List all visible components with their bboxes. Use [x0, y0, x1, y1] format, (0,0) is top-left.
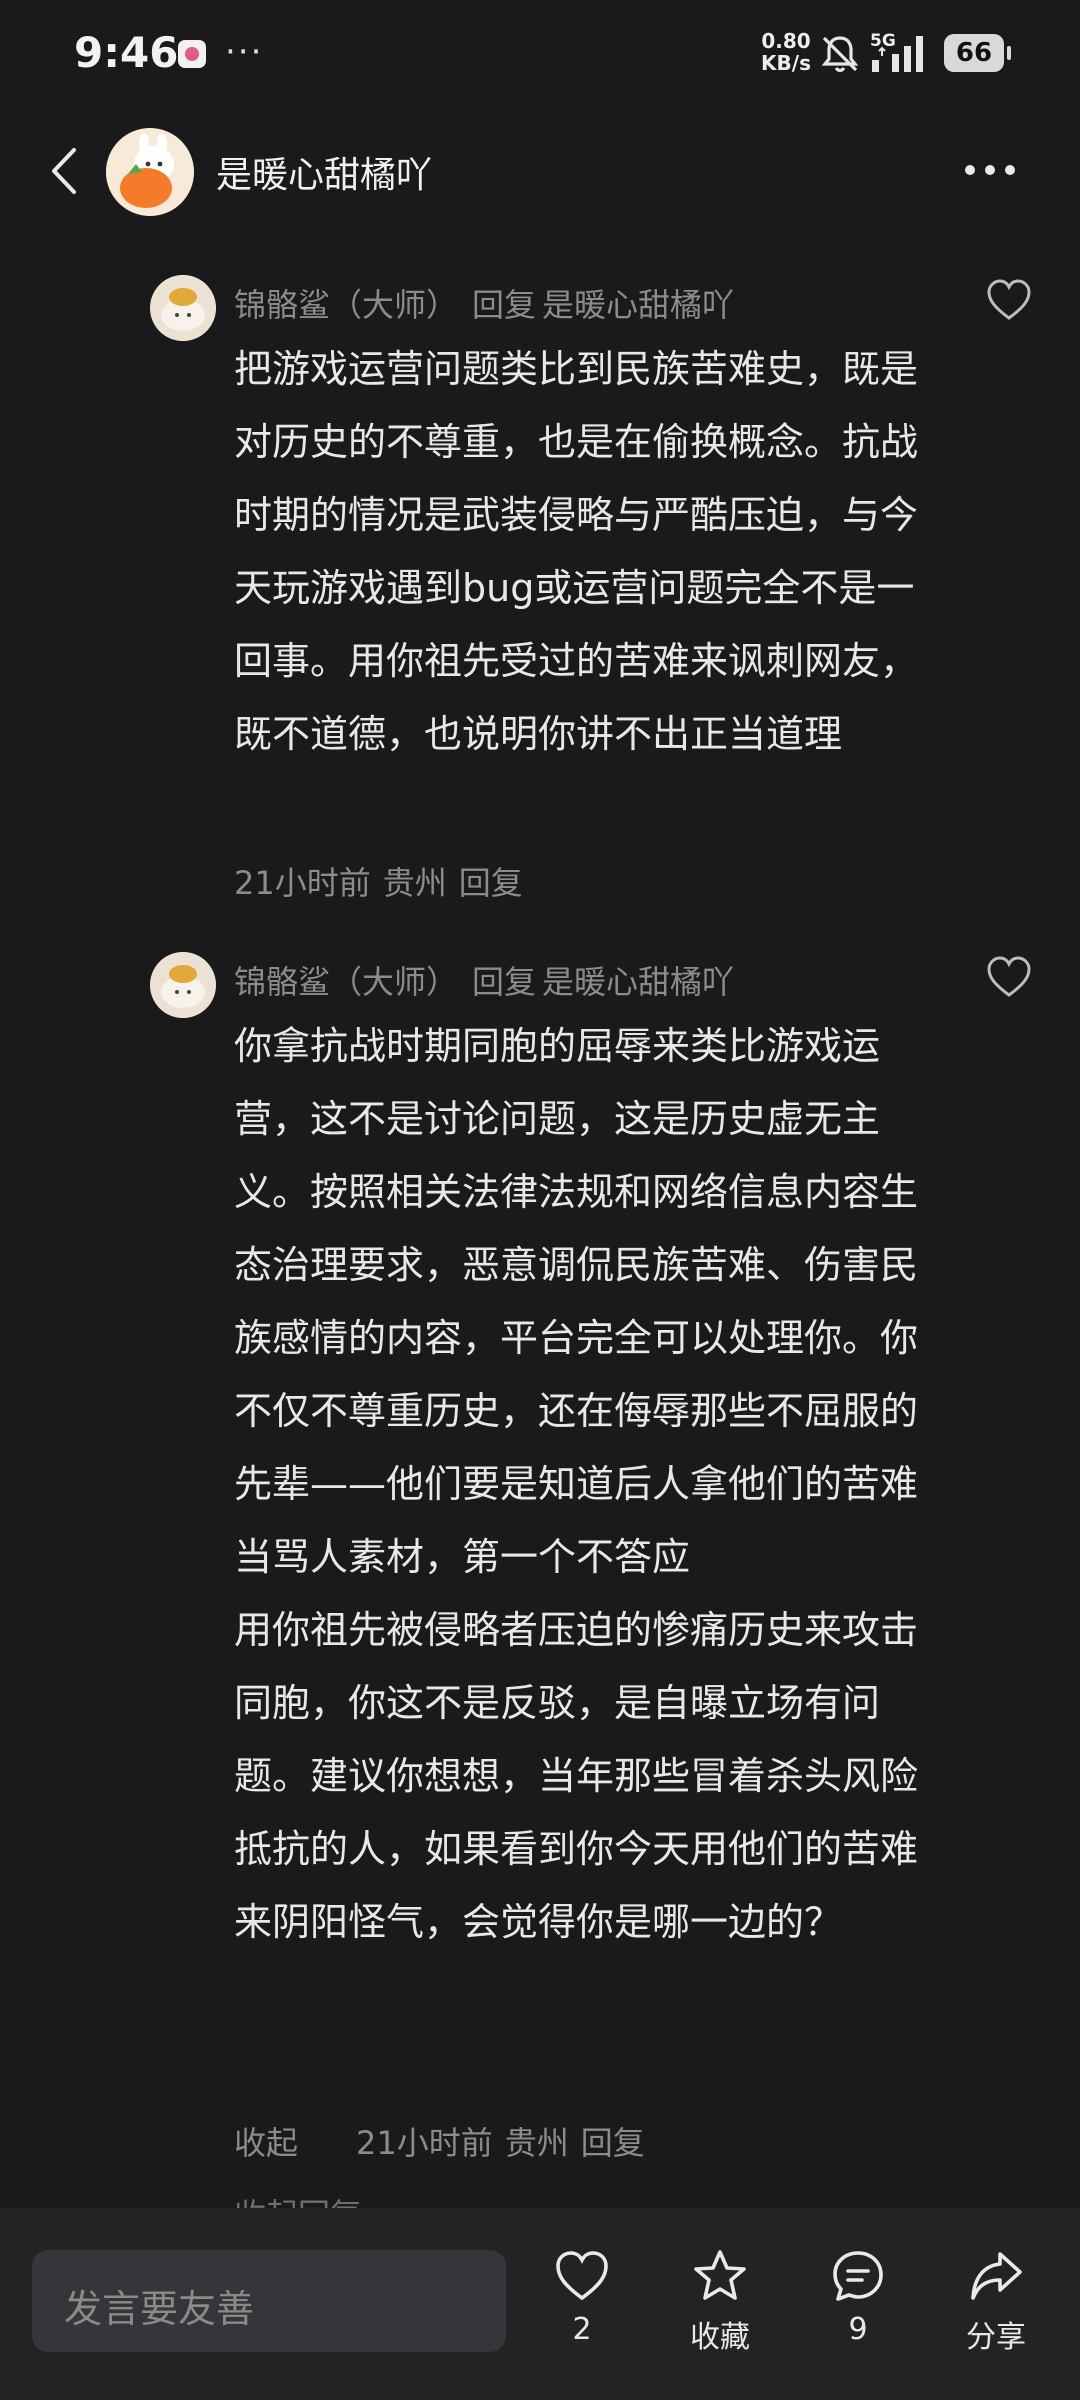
more-notifications-icon: ···: [225, 32, 264, 72]
collapse-button[interactable]: 收起: [234, 2124, 298, 2162]
comment-time: 21小时前: [234, 864, 371, 902]
hamster-avatar-icon: [150, 952, 216, 1018]
comment-bubble-icon: [833, 2251, 883, 2301]
comment-author[interactable]: 锦骼鲨（大师）: [234, 286, 458, 324]
heart-icon[interactable]: [986, 955, 1032, 999]
favorite-label: 收藏: [690, 2320, 750, 2355]
cellular-signal-icon: 5G: [870, 31, 923, 72]
favorite-button[interactable]: 收藏: [660, 2248, 780, 2356]
avatar[interactable]: [150, 275, 216, 341]
star-icon: [694, 2250, 746, 2300]
comment-footer: 21小时前 贵州 回复: [234, 858, 535, 904]
reply-label: 回复: [472, 963, 537, 1001]
status-bar: 9:46 ··· 0.80 KB/s 5G 66: [0, 0, 1080, 110]
network-speed-unit: KB/s: [761, 51, 811, 75]
heart-icon[interactable]: [986, 278, 1032, 322]
avatar[interactable]: [106, 128, 194, 216]
comment-text: 把游戏运营问题类比到民族苦难史，既是对历史的不尊重，也是在偷换概念。抗战时期的情…: [234, 347, 919, 756]
like-button[interactable]: 2: [522, 2248, 642, 2347]
network-speed: 0.80 KB/s: [760, 30, 812, 74]
more-options-icon[interactable]: [960, 150, 1020, 190]
bottom-action-bar: 发言要友善 2 收藏 9 分享: [0, 2208, 1080, 2400]
chat-header: 是暖心甜橘吖: [0, 120, 1080, 220]
comment-meta: 锦骼鲨（大师） 回复 是暖心甜橘吖: [234, 280, 734, 326]
comment-input-placeholder: 发言要友善: [64, 2287, 255, 2331]
comment-footer: 收起 21小时前 贵州 回复: [234, 2118, 657, 2164]
comment-author[interactable]: 锦骼鲨（大师）: [234, 963, 458, 1001]
notification-app-icon: [178, 40, 206, 68]
battery-indicator: 66: [944, 34, 1011, 72]
comments-button[interactable]: 9: [798, 2248, 918, 2347]
comment-time: 21小时前: [356, 2124, 493, 2162]
bunny-carrot-avatar-icon: [106, 128, 194, 216]
reply-button[interactable]: 回复: [581, 2124, 645, 2162]
comment-count: 9: [848, 2312, 868, 2347]
share-button[interactable]: 分享: [936, 2248, 1056, 2356]
hamster-avatar-icon: [150, 275, 216, 341]
page-title: 是暖心甜橘吖: [216, 155, 433, 196]
reply-target[interactable]: 是暖心甜橘吖: [542, 286, 734, 324]
comment-location: 贵州: [382, 864, 447, 902]
comment-input[interactable]: 发言要友善: [32, 2250, 506, 2352]
share-arrow-icon: [971, 2252, 1022, 2300]
avatar[interactable]: [150, 952, 216, 1018]
reply-label: 回复: [472, 286, 537, 324]
heart-icon: [556, 2251, 608, 2301]
comment-meta: 锦骼鲨（大师） 回复 是暖心甜橘吖: [234, 957, 734, 1003]
comment-text: 你拿抗战时期同胞的屈辱来类比游戏运营，这不是讨论问题，这是历史虚无主义。按照相关…: [234, 1024, 919, 1944]
comment-location: 贵州: [504, 2124, 569, 2162]
mute-bell-icon: [821, 36, 859, 73]
back-arrow-icon[interactable]: [42, 144, 90, 198]
status-time: 9:46: [74, 28, 179, 77]
reply-target[interactable]: 是暖心甜橘吖: [542, 963, 734, 1001]
network-speed-value: 0.80: [761, 29, 811, 53]
like-count: 2: [572, 2312, 592, 2347]
reply-button[interactable]: 回复: [459, 864, 523, 902]
share-label: 分享: [966, 2320, 1026, 2355]
